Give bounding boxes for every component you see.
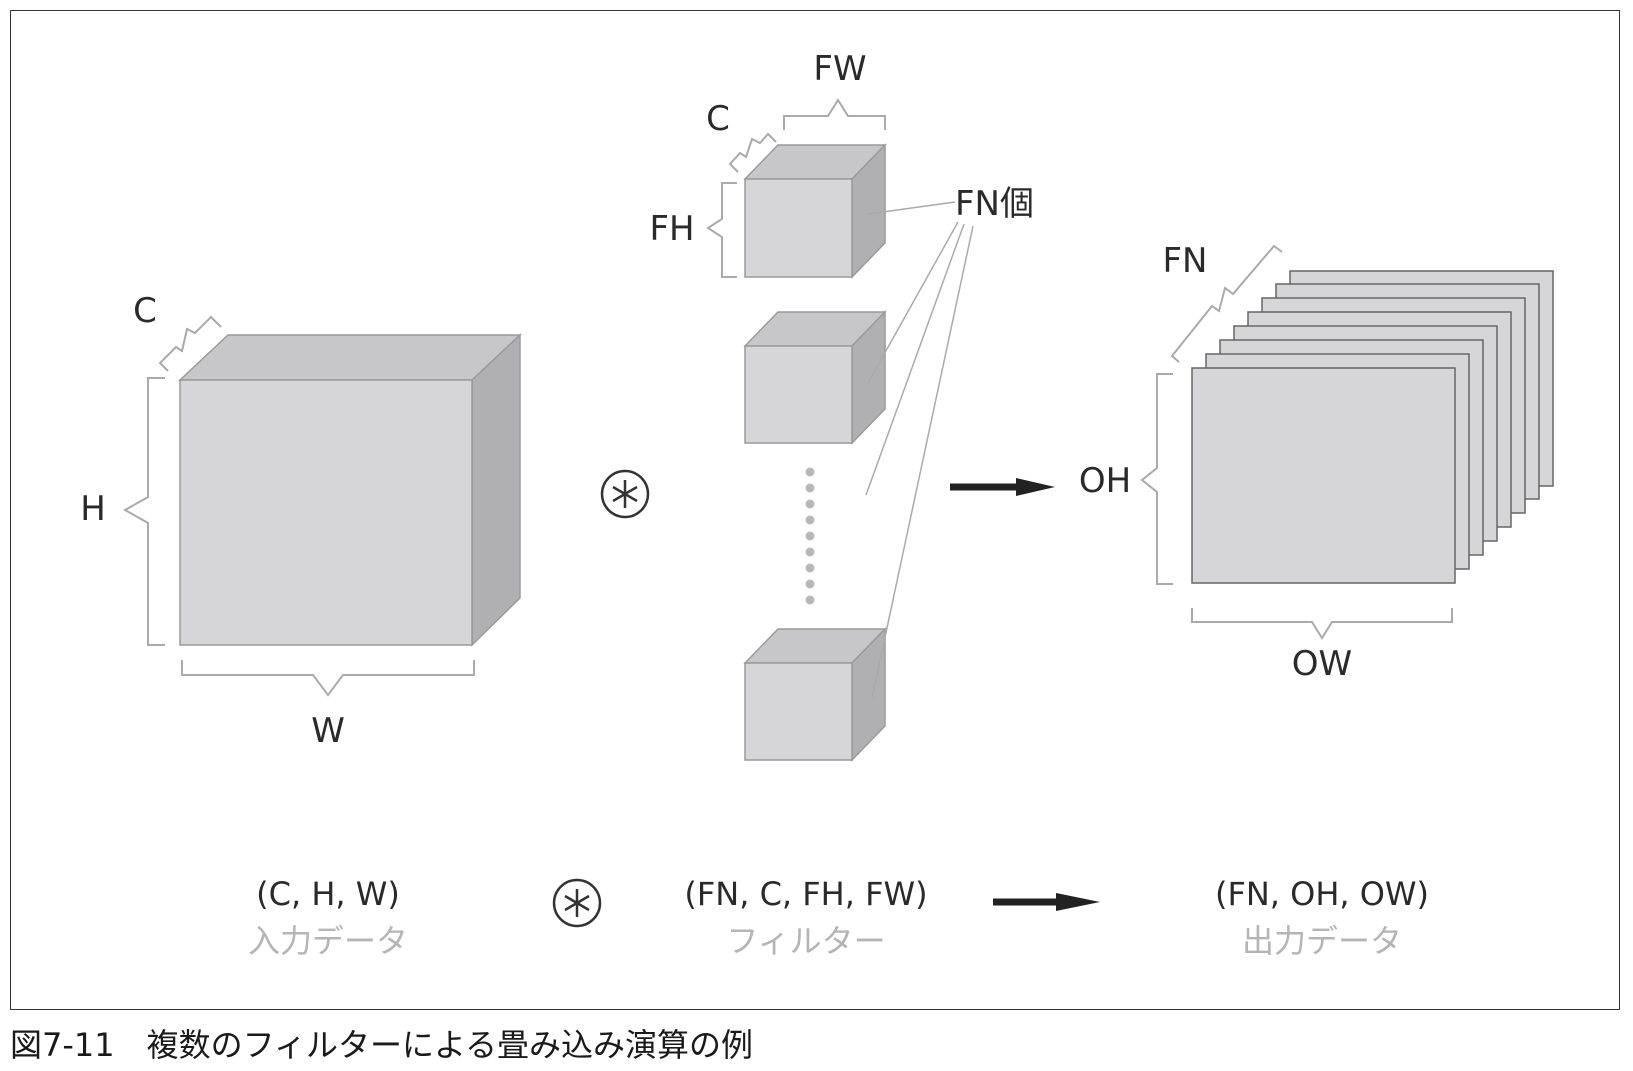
filter-name-label: フィルター — [726, 922, 885, 960]
output-oh-brace — [1140, 373, 1173, 585]
filter-count-label: FN個 — [955, 184, 1034, 224]
input-w-label: W — [311, 711, 345, 751]
output-arrow — [950, 478, 1055, 496]
filter-cube — [743, 310, 887, 445]
filter-cube — [743, 143, 887, 279]
input-h-brace — [122, 377, 165, 646]
output-fn-label: FN — [1163, 241, 1208, 281]
fn-count-leaders — [865, 201, 974, 699]
input-w-brace — [181, 660, 475, 697]
output-ow-label: OW — [1292, 644, 1352, 684]
filter-fw-label: FW — [813, 49, 866, 89]
formula-arrow — [993, 893, 1100, 911]
output-feature-maps — [1191, 270, 1554, 584]
output-name-label: 出力データ — [1242, 922, 1402, 960]
convolution-operator — [600, 469, 650, 519]
convolution-operator-formula — [552, 878, 602, 928]
input-c-label: C — [133, 291, 157, 331]
filter-fw-brace — [783, 98, 886, 130]
output-ow-brace — [1191, 608, 1453, 640]
filter-fh-label: FH — [649, 209, 694, 249]
figure-caption: 図7-11 複数のフィルターによる畳み込み演算の例 — [10, 1026, 754, 1064]
filter-cube — [743, 627, 887, 762]
filter-fh-brace — [706, 182, 737, 278]
output-shape-formula: (FN, OH, OW) — [1215, 875, 1429, 913]
input-shape-formula: (C, H, W) — [256, 875, 400, 913]
ellipsis-dots — [805, 467, 815, 605]
output-oh-label: OH — [1079, 461, 1131, 501]
input-data-cube — [178, 333, 522, 647]
filter-shape-formula: (FN, C, FH, FW) — [684, 875, 927, 913]
input-h-label: H — [80, 489, 106, 529]
filter-c-label: C — [706, 99, 730, 139]
convolution-diagram: C H W C FW FH FN個 FN OH OW (C, H, W) 入力デ… — [80, 49, 1554, 960]
input-name-label: 入力データ — [248, 922, 408, 960]
